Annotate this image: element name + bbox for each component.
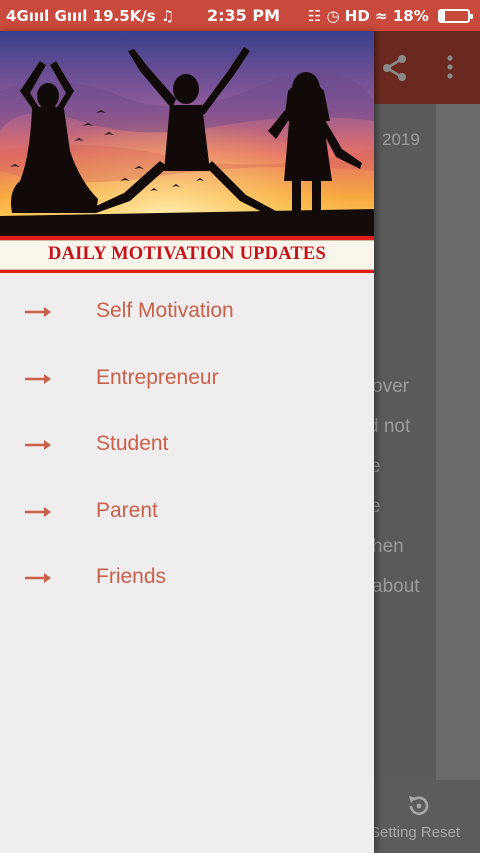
arrow-right-icon [25,374,51,384]
battery-fill [440,11,446,21]
banner-title: DAILY MOTIVATION UPDATES [48,244,326,264]
menu-item-label: Friends [96,565,167,588]
network-status: 4Gıııl Gıııl 19.5K/s ♫ [6,7,175,25]
post-text-line: about [372,576,420,597]
hd-badge: HD [344,7,370,25]
drawer-header-image [0,31,374,236]
menu-item-friends[interactable]: Friends [0,557,374,613]
menu-item-label: Parent [96,499,158,522]
menu-item-label: Self Motivation [96,299,234,322]
banner-plate: DAILY MOTIVATION UPDATES [0,240,374,270]
menu-item-parent[interactable]: Parent [0,491,374,547]
wifi-icon: ≈ [375,7,388,25]
battery-icon [438,9,473,23]
drawer-banner: DAILY MOTIVATION UPDATES [0,236,374,273]
menu-item-self-motivation[interactable]: Self Motivation [0,291,374,347]
status-indicators: ☷ ◷ HD ≈ 18% [307,7,473,25]
alarm-icon: ◷ [326,7,340,25]
arrow-right-icon [25,307,51,317]
reset-icon[interactable] [405,792,433,820]
battery-percent: 18% [392,7,429,25]
share-icon[interactable] [381,53,409,83]
post-text-line: d not [368,416,411,437]
navigation-drawer[interactable]: DAILY MOTIVATION UPDATES Self Motivation… [0,31,374,853]
menu-item-label: Student [96,432,169,455]
vibrate-icon: ☷ [307,7,322,25]
menu-item-entrepreneur[interactable]: Entrepreneur [0,358,374,414]
arrow-right-icon [25,573,51,583]
post-text-line: hen [372,536,404,557]
more-options-icon[interactable] [444,53,456,81]
menu-item-label: Entrepreneur [96,366,219,389]
arrow-right-icon [25,507,51,517]
content-side-strip [436,104,480,780]
post-text-line: over [372,376,409,397]
arrow-right-icon [25,440,51,450]
status-bar: 4Gıııl Gıııl 19.5K/s ♫ 2:35 PM ☷ ◷ HD ≈ … [0,0,480,31]
menu-item-student[interactable]: Student [0,424,374,480]
clock: 2:35 PM [207,6,281,25]
setting-reset-button[interactable]: Setting Reset [370,824,460,841]
post-date: 2019 [382,130,420,149]
